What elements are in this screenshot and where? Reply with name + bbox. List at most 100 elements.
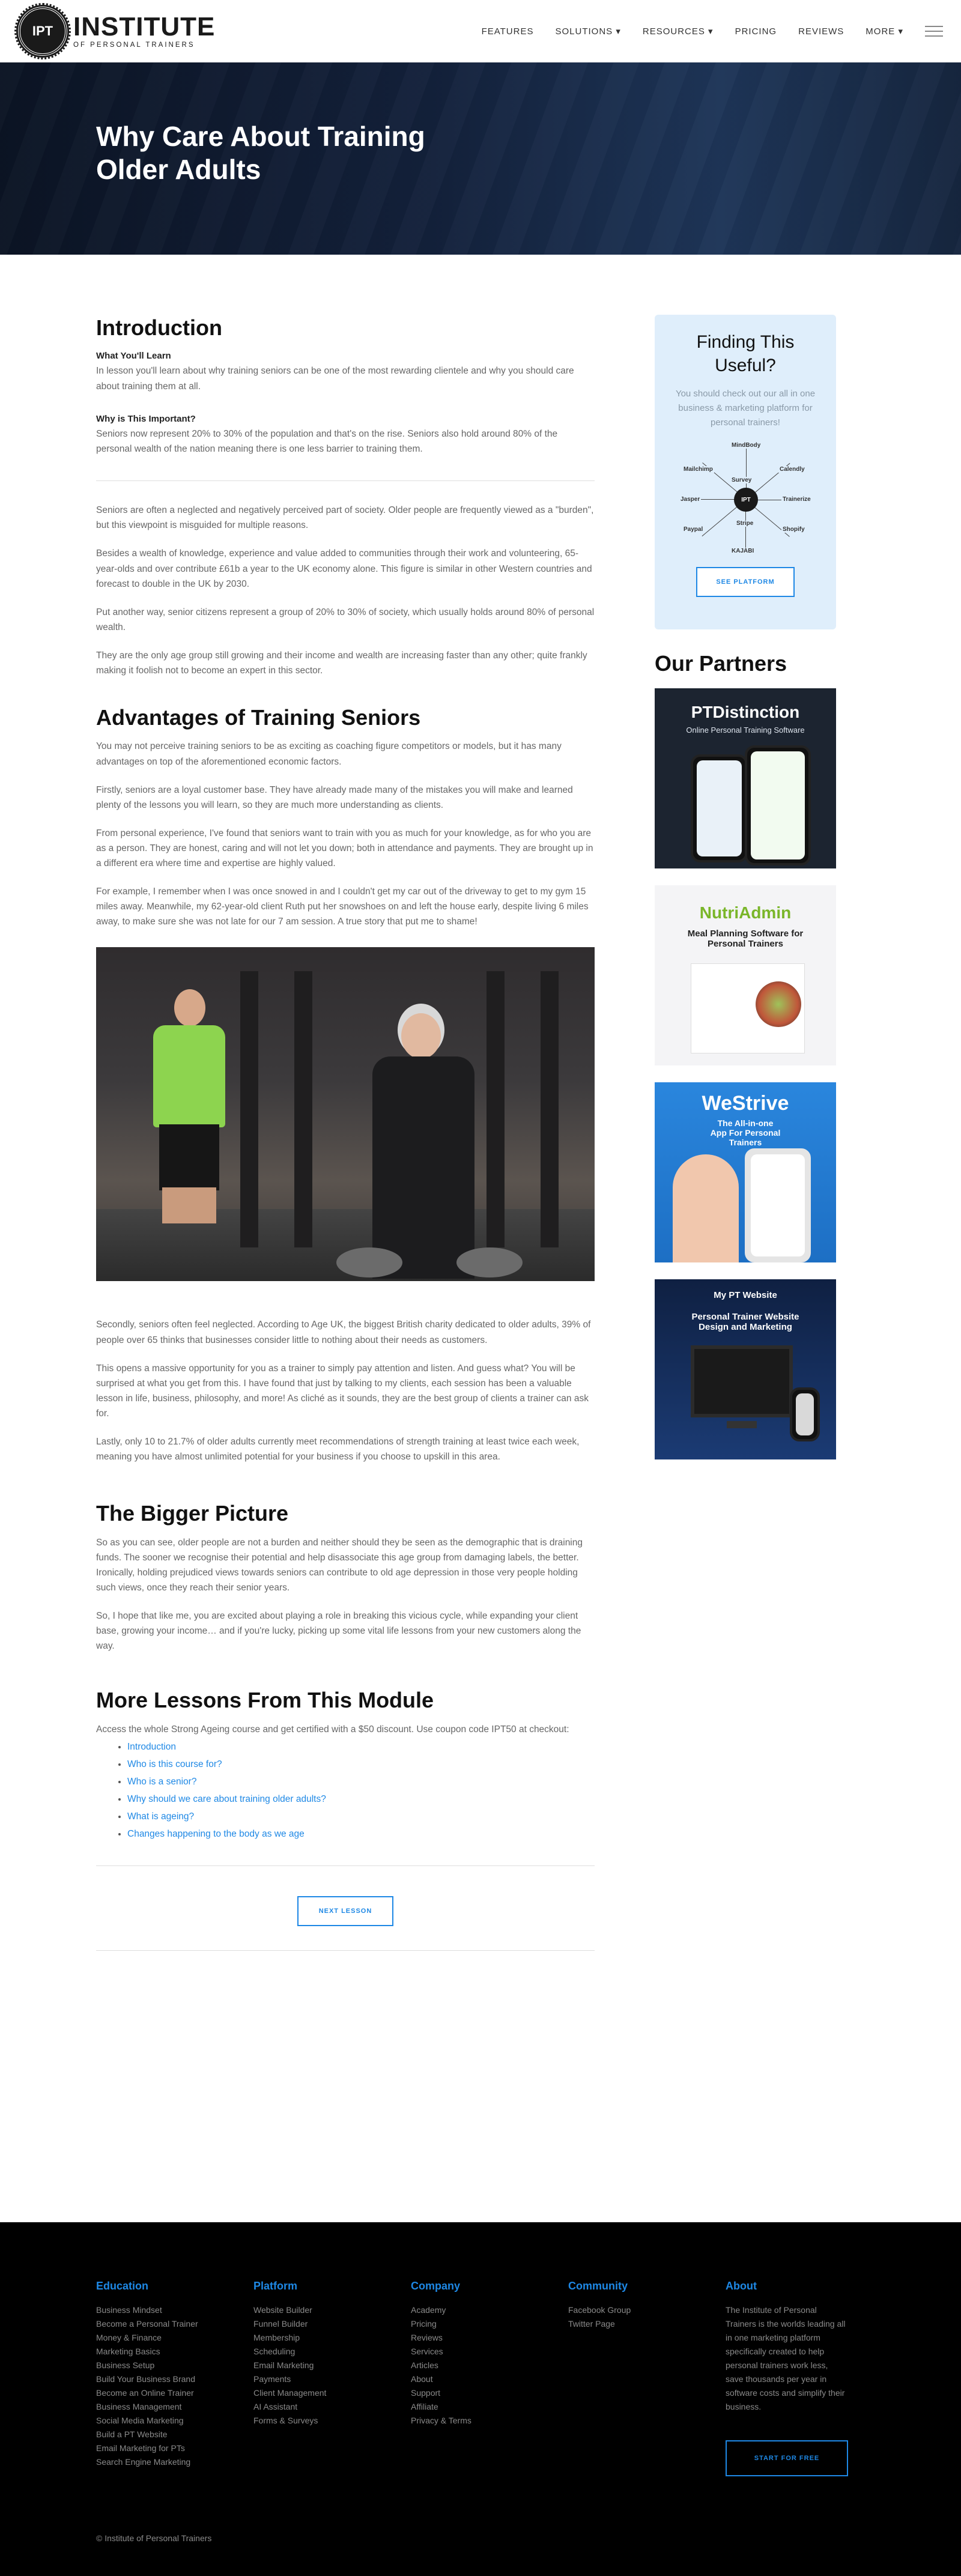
partner-name: NutriAdmin bbox=[699, 903, 792, 922]
integration-label: Stripe bbox=[735, 520, 755, 527]
footer-link[interactable]: Search Engine Marketing bbox=[96, 2455, 216, 2469]
footer-column-education: Education Business Mindset Become a Pers… bbox=[96, 2280, 216, 2469]
partner-tagline: Meal Planning Software for Personal Trai… bbox=[687, 929, 804, 949]
partner-name: PTDistinction bbox=[691, 703, 800, 721]
lesson-link-why-care[interactable]: Why should we care about training older … bbox=[127, 1792, 595, 1807]
lesson-link-who-senior[interactable]: Who is a senior? bbox=[127, 1774, 595, 1789]
page-title: Why Care About Training Older Adults bbox=[96, 121, 425, 186]
nav-pricing[interactable]: PRICING bbox=[735, 26, 777, 37]
integration-label: Survey bbox=[730, 477, 753, 483]
footer-column-community: Community Facebook Group Twitter Page bbox=[568, 2280, 688, 2331]
lesson-link-introduction[interactable]: Introduction bbox=[127, 1739, 595, 1754]
partner-ad-westrive[interactable]: WeStrive The All-in-one App For Personal… bbox=[655, 1082, 836, 1262]
footer-link[interactable]: Services bbox=[411, 2345, 531, 2359]
nav-solutions[interactable]: SOLUTIONS ▾ bbox=[555, 26, 620, 37]
footer-link[interactable]: Affiliate bbox=[411, 2400, 531, 2414]
partner-name: My PT Website bbox=[714, 1290, 777, 1300]
integration-label: Jasper bbox=[679, 496, 702, 503]
lesson-link-body-changes[interactable]: Changes happening to the body as we age bbox=[127, 1826, 595, 1841]
site-footer: Education Business Mindset Become a Pers… bbox=[0, 2222, 961, 2576]
logo-title: INSTITUTE bbox=[73, 11, 216, 41]
footer-heading: Education bbox=[96, 2280, 149, 2292]
integrations-diagram: IPT MindBody Mailchimp Calendly Jasper S… bbox=[670, 442, 820, 556]
footer-link[interactable]: Social Media Marketing bbox=[96, 2414, 216, 2428]
next-lesson-button[interactable]: NEXT LESSON bbox=[297, 1896, 393, 1927]
footer-link[interactable]: Payments bbox=[253, 2372, 374, 2386]
learn-text: In lesson you'll learn about why trainin… bbox=[96, 366, 574, 392]
footer-link[interactable]: Email Marketing bbox=[253, 2359, 374, 2372]
paragraph: You may not perceive training seniors to… bbox=[96, 741, 562, 767]
trainer-with-senior-photo bbox=[96, 947, 595, 1282]
footer-link[interactable]: Build a PT Website bbox=[96, 2428, 216, 2441]
divider bbox=[96, 480, 595, 482]
footer-link[interactable]: Business Mindset bbox=[96, 2303, 216, 2317]
footer-link[interactable]: Twitter Page bbox=[568, 2317, 688, 2331]
partner-tagline: The All-in-one App For Personal Trainers bbox=[710, 1118, 781, 1147]
footer-link[interactable]: Funnel Builder bbox=[253, 2317, 374, 2331]
nav-reviews[interactable]: REVIEWS bbox=[798, 26, 844, 37]
footer-link[interactable]: Client Management bbox=[253, 2386, 374, 2400]
footer-link[interactable]: Reviews bbox=[411, 2331, 531, 2345]
start-for-free-button[interactable]: START FOR FREE bbox=[726, 2440, 848, 2476]
promo-text: You should check out our all in one busi… bbox=[675, 389, 816, 428]
site-header: IPT INSTITUTE OF PERSONAL TRAINERS FEATU… bbox=[0, 0, 961, 62]
footer-link[interactable]: Academy bbox=[411, 2303, 531, 2317]
more-lessons-text: Access the whole Strong Ageing course an… bbox=[96, 1724, 569, 1735]
sidebar: Finding This Useful? You should check ou… bbox=[655, 315, 836, 1476]
footer-link[interactable]: Facebook Group bbox=[568, 2303, 688, 2317]
logo-subtitle: OF PERSONAL TRAINERS bbox=[73, 41, 195, 49]
footer-link[interactable]: Marketing Basics bbox=[96, 2345, 216, 2359]
nav-features[interactable]: FEATURES bbox=[482, 26, 534, 37]
divider bbox=[96, 1950, 595, 1951]
paragraph: Firstly, seniors are a loyal customer ba… bbox=[96, 784, 573, 810]
hamburger-menu-icon[interactable] bbox=[925, 26, 943, 37]
integration-label: Shopify bbox=[781, 526, 806, 533]
footer-link[interactable]: Become an Online Trainer bbox=[96, 2386, 216, 2400]
partners-heading: Our Partners bbox=[655, 651, 787, 676]
partner-ad-nutriadmin[interactable]: NutriAdmin Meal Planning Software for Pe… bbox=[655, 885, 836, 1065]
footer-link[interactable]: Build Your Business Brand bbox=[96, 2372, 216, 2386]
footer-heading: Company bbox=[411, 2280, 461, 2292]
see-platform-button[interactable]: SEE PLATFORM bbox=[696, 567, 795, 597]
paragraph: They are the only age group still growin… bbox=[96, 650, 587, 676]
paragraph: So as you can see, older people are not … bbox=[96, 1537, 583, 1593]
paragraph: Lastly, only 10 to 21.7% of older adults… bbox=[96, 1437, 580, 1462]
integration-label: Trainerize bbox=[781, 496, 812, 503]
intro-heading: Introduction bbox=[96, 315, 222, 340]
footer-column-about: About The Institute of Personal Trainers… bbox=[726, 2280, 870, 2476]
nav-resources[interactable]: RESOURCES ▾ bbox=[643, 26, 714, 37]
site-logo[interactable]: IPT INSTITUTE OF PERSONAL TRAINERS bbox=[14, 2, 216, 59]
promo-title: Finding This Useful? bbox=[696, 332, 795, 375]
footer-heading: Platform bbox=[253, 2280, 298, 2292]
paragraph: So, I hope that like me, you are excited… bbox=[96, 1610, 581, 1652]
partner-ad-ptdistinction[interactable]: PTDistinction Online Personal Training S… bbox=[655, 688, 836, 868]
footer-link[interactable]: Pricing bbox=[411, 2317, 531, 2331]
advantages-heading: Advantages of Training Seniors bbox=[96, 705, 421, 730]
footer-link[interactable]: Money & Finance bbox=[96, 2331, 216, 2345]
paragraph: Put another way, senior citizens represe… bbox=[96, 607, 595, 632]
footer-link[interactable]: Forms & Surveys bbox=[253, 2414, 374, 2428]
footer-link[interactable]: Become a Personal Trainer bbox=[96, 2317, 216, 2331]
nav-more[interactable]: MORE ▾ bbox=[866, 26, 903, 37]
lesson-link-what-ageing[interactable]: What is ageing? bbox=[127, 1809, 595, 1824]
footer-link[interactable]: AI Assistant bbox=[253, 2400, 374, 2414]
footer-link[interactable]: Business Management bbox=[96, 2400, 216, 2414]
integration-label: Mailchimp bbox=[682, 466, 714, 473]
footer-link[interactable]: Website Builder bbox=[253, 2303, 374, 2317]
ipt-hub-logo: IPT bbox=[734, 488, 758, 512]
footer-link[interactable]: About bbox=[411, 2372, 531, 2386]
footer-link[interactable]: Scheduling bbox=[253, 2345, 374, 2359]
footer-link[interactable]: Articles bbox=[411, 2359, 531, 2372]
footer-link[interactable]: Email Marketing for PTs bbox=[96, 2441, 216, 2455]
lesson-link-who-for[interactable]: Who is this course for? bbox=[127, 1757, 595, 1772]
partner-name: WeStrive bbox=[702, 1092, 789, 1115]
footer-link[interactable]: Privacy & Terms bbox=[411, 2414, 531, 2428]
footer-column-platform: Platform Website Builder Funnel Builder … bbox=[253, 2280, 374, 2428]
footer-link[interactable]: Support bbox=[411, 2386, 531, 2400]
logo-badge: IPT bbox=[14, 2, 71, 59]
footer-link[interactable]: Membership bbox=[253, 2331, 374, 2345]
paragraph: Seniors are often a neglected and negati… bbox=[96, 505, 594, 531]
partner-ad-mypt-website[interactable]: My PT Website Personal Trainer Website D… bbox=[655, 1279, 836, 1459]
bigger-picture-heading: The Bigger Picture bbox=[96, 1501, 289, 1526]
footer-link[interactable]: Business Setup bbox=[96, 2359, 216, 2372]
